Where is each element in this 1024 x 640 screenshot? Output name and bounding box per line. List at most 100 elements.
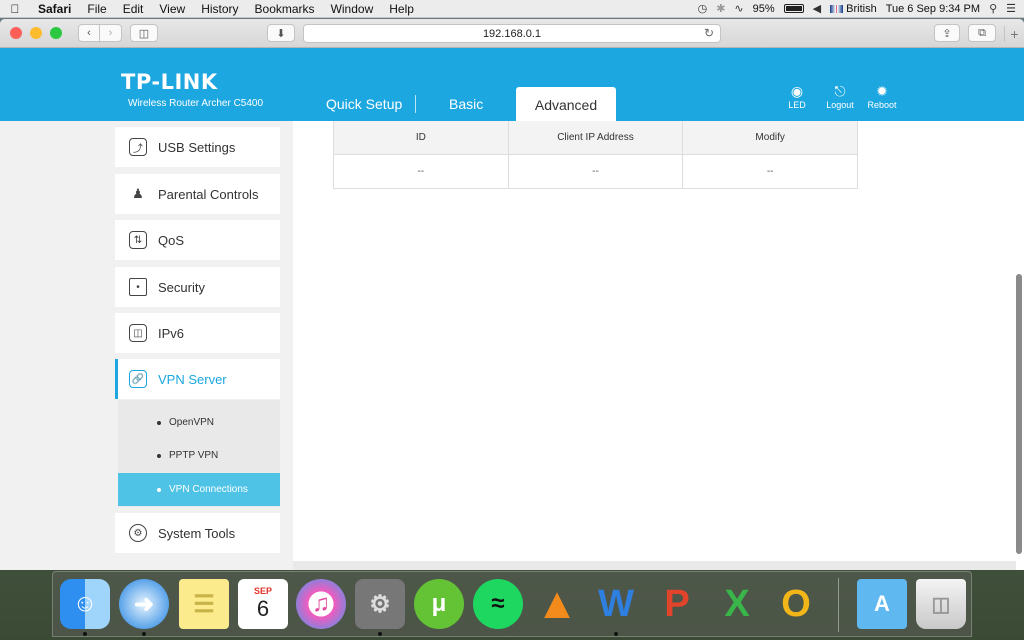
reboot-label: Reboot <box>867 100 897 110</box>
table-header-row: ID Client IP Address Modify <box>333 121 858 155</box>
reboot-icon: ✹ <box>876 83 888 99</box>
column-header-modify: Modify <box>682 121 858 155</box>
sidebar: ⤴ USB Settings ♟ Parental Controls ⇅ QoS… <box>0 121 293 570</box>
bullet-icon <box>157 420 161 425</box>
vertical-scrollbar[interactable] <box>1016 274 1022 554</box>
menu-bar:  Safari File Edit View History Bookmark… <box>0 0 1024 18</box>
dock-separator <box>838 578 839 632</box>
table-row: -- -- -- <box>333 153 858 189</box>
notes-icon[interactable]: ☰ <box>179 579 229 629</box>
reload-icon[interactable]: ↻ <box>704 26 714 40</box>
input-source[interactable]: British <box>830 3 877 15</box>
tab-quick-setup[interactable]: Quick Setup <box>326 96 402 112</box>
sidebar-subitem-vpn-connections[interactable]: VPN Connections <box>118 473 280 506</box>
sidebar-item-label: QoS <box>158 232 185 248</box>
sidebar-item-system-tools[interactable]: ⚙ System Tools <box>115 513 280 553</box>
vpn-icon: 🔗 <box>129 370 147 388</box>
menu-bar-status: ◷ ✱ ∿ 95% ◀ British Tue 6 Sep 9:34 PM ⚲ … <box>698 2 1024 16</box>
brand-logo[interactable]: TP-LINK <box>121 70 218 94</box>
clock[interactable]: Tue 6 Sep 9:34 PM <box>886 3 980 15</box>
utorrent-icon[interactable]: μ <box>414 579 464 629</box>
reboot-button[interactable]: ✹ Reboot <box>860 82 904 110</box>
vlc-icon[interactable]: ▲ <box>532 579 582 629</box>
uk-flag-icon <box>830 4 844 13</box>
trash-icon[interactable]: ◫ <box>916 579 966 629</box>
outlook-icon[interactable]: O <box>771 579 821 629</box>
cell-id: -- <box>333 153 509 189</box>
new-tab-button[interactable]: + <box>1004 26 1024 42</box>
menu-edit[interactable]: Edit <box>115 2 152 16</box>
sidebar-subitem-openvpn[interactable]: OpenVPN <box>118 406 280 439</box>
bullet-icon <box>157 487 161 492</box>
menu-window[interactable]: Window <box>323 2 382 16</box>
share-button[interactable]: ⇪ <box>934 24 960 42</box>
column-header-client-ip: Client IP Address <box>507 121 684 155</box>
tab-basic[interactable]: Basic <box>449 96 483 112</box>
logout-button[interactable]: ⎋ Logout <box>818 82 862 110</box>
ipv6-icon: ◫ <box>129 324 147 342</box>
tab-advanced[interactable]: Advanced <box>516 87 616 123</box>
calendar-month: SEP <box>253 586 272 596</box>
volume-icon[interactable]: ◀ <box>813 2 821 15</box>
menu-view[interactable]: View <box>151 2 193 16</box>
battery-icon[interactable] <box>783 4 804 13</box>
running-indicator <box>614 632 618 636</box>
show-tabs-button[interactable]: ⧉ <box>968 24 996 42</box>
nav-divider <box>415 95 416 113</box>
menu-app-name[interactable]: Safari <box>30 2 79 16</box>
powerpoint-icon[interactable]: P <box>652 579 702 629</box>
sidebar-item-parental-controls[interactable]: ♟ Parental Controls <box>115 174 280 214</box>
system-preferences-icon[interactable]: ⚙ <box>355 579 405 629</box>
sidebar-item-label: System Tools <box>158 525 236 541</box>
word-icon[interactable]: W <box>591 579 641 629</box>
forward-button[interactable]: › <box>100 24 122 42</box>
gear-icon: ⚙ <box>129 524 147 542</box>
safari-icon[interactable]: ➜ <box>119 579 169 629</box>
sidebar-subitem-label: PPTP VPN <box>169 450 219 461</box>
zoom-window-button[interactable] <box>50 27 62 39</box>
itunes-icon[interactable]: ♫ <box>296 579 346 629</box>
menu-help[interactable]: Help <box>381 2 422 16</box>
back-button[interactable]: ‹ <box>78 24 100 42</box>
family-icon: ♟ <box>132 186 144 201</box>
address-bar[interactable]: 192.168.0.1 ↻ <box>303 24 721 43</box>
applications-folder-icon[interactable]: A <box>857 579 907 629</box>
sidebar-icon: ◫ <box>138 27 150 40</box>
menu-history[interactable]: History <box>193 2 246 16</box>
close-window-button[interactable] <box>10 27 22 39</box>
sidebar-item-security[interactable]: • Security <box>115 267 280 307</box>
sidebar-subitem-pptp-vpn[interactable]: PPTP VPN <box>118 439 280 472</box>
menu-file[interactable]: File <box>79 2 114 16</box>
browser-toolbar: ‹ › ◫ ⬇ 192.168.0.1 ↻ ⇪ ⧉ + <box>0 19 1024 48</box>
sidebar-subitem-label: OpenVPN <box>169 417 215 428</box>
bluetooth-icon[interactable]: ✱ <box>716 2 725 15</box>
minimize-window-button[interactable] <box>30 27 42 39</box>
led-label: LED <box>788 100 806 110</box>
sidebar-toggle-button[interactable]: ◫ <box>130 24 158 42</box>
downloads-button[interactable]: ⬇ <box>267 24 295 42</box>
wifi-icon[interactable]: ∿ <box>734 2 743 15</box>
menu-bookmarks[interactable]: Bookmarks <box>247 2 323 16</box>
sidebar-item-vpn-server[interactable]: 🔗 VPN Server <box>115 359 280 399</box>
spotlight-search-icon[interactable]: ⚲ <box>989 2 997 15</box>
bullet-icon <box>157 453 161 458</box>
sidebar-item-label: Security <box>158 279 205 295</box>
led-button[interactable]: ◉ LED <box>775 82 819 110</box>
running-indicator <box>142 632 146 636</box>
notification-center-icon[interactable]: ☰ <box>1006 2 1016 15</box>
apple-menu-icon[interactable]:  <box>0 2 30 16</box>
lock-icon: • <box>129 278 147 296</box>
sidebar-item-ipv6[interactable]: ◫ IPv6 <box>115 313 280 353</box>
excel-icon[interactable]: X <box>712 579 762 629</box>
spotify-icon[interactable]: ≈ <box>473 579 523 629</box>
logout-icon: ⎋ <box>834 83 846 99</box>
finder-icon[interactable]: ☺ <box>60 579 110 629</box>
time-machine-icon[interactable]: ◷ <box>698 2 708 15</box>
running-indicator <box>83 632 87 636</box>
horizontal-scrollbar[interactable] <box>293 561 1016 570</box>
sidebar-item-qos[interactable]: ⇅ QoS <box>115 220 280 260</box>
history-nav: ‹ › <box>78 24 122 42</box>
calendar-icon[interactable]: SEP 6 <box>238 579 288 629</box>
vpn-connections-table: ID Client IP Address Modify -- -- -- <box>333 121 858 189</box>
sidebar-item-usb-settings[interactable]: ⤴ USB Settings <box>115 127 280 167</box>
